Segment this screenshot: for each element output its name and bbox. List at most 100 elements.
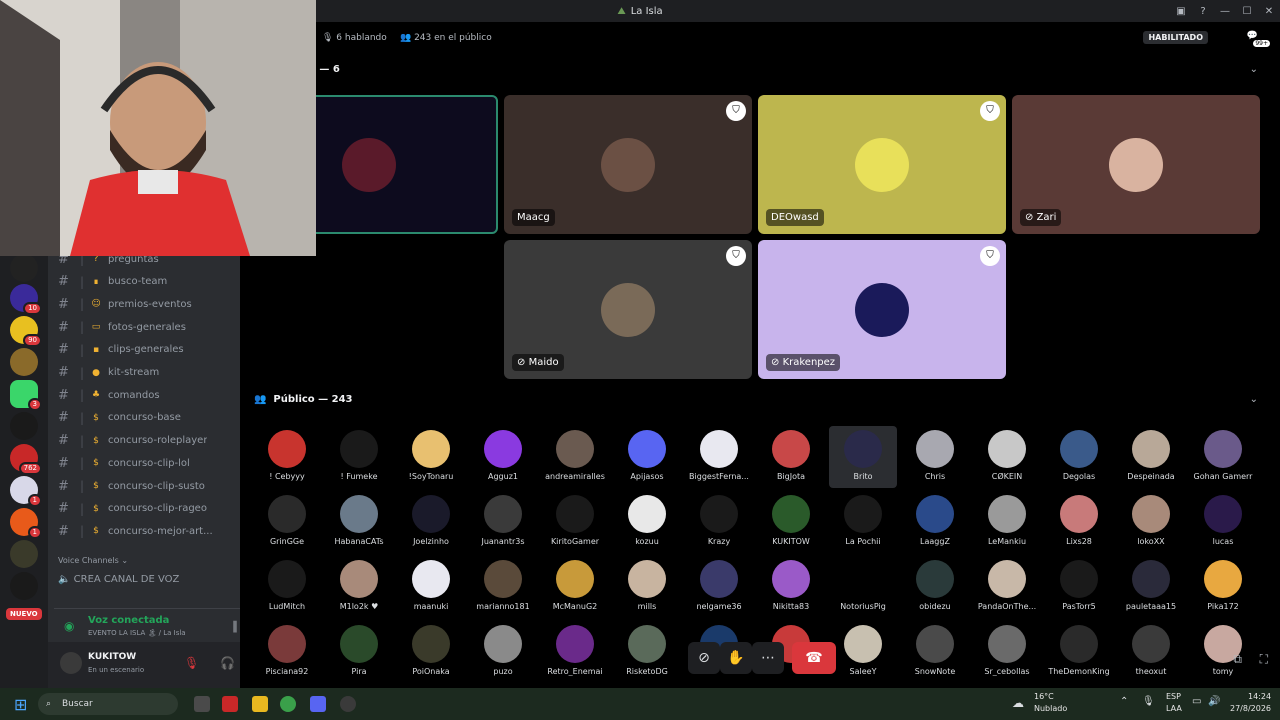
- windows-start-icon[interactable]: ⊞: [14, 695, 27, 714]
- channel-item[interactable]: # | ☺ premios-eventos: [58, 293, 238, 315]
- channel-item[interactable]: # | $ concurso-base: [58, 407, 238, 429]
- audience-member[interactable]: LudMitch: [253, 556, 321, 618]
- audience-member[interactable]: Brito: [829, 426, 897, 488]
- server-icon-5[interactable]: 3: [10, 380, 42, 411]
- minimize-button[interactable]: —: [1214, 6, 1236, 17]
- channel-item[interactable]: # | ● kit-stream: [58, 362, 238, 384]
- audience-member[interactable]: !SoyTonaru: [397, 426, 465, 488]
- audience-member[interactable]: La Pochii: [829, 491, 897, 553]
- audience-member[interactable]: CØKEIN: [973, 426, 1041, 488]
- audience-member[interactable]: GrinGGe: [253, 491, 321, 553]
- audience-member[interactable]: McManuG2: [541, 556, 609, 618]
- help-icon[interactable]: ?: [1192, 6, 1214, 17]
- voice-location[interactable]: EVENTO LA ISLA 🏝 / La Isla: [88, 629, 186, 637]
- channel-item[interactable]: # | ▭ fotos-generales: [58, 316, 238, 338]
- audience-member[interactable]: lokoXX: [1117, 491, 1185, 553]
- audience-member[interactable]: PasTorr5: [1045, 556, 1113, 618]
- audience-member[interactable]: Nikitta83: [757, 556, 825, 618]
- soundwave-icon[interactable]: ∥: [232, 619, 238, 633]
- chevron-up-icon[interactable]: ⌃: [1120, 696, 1128, 707]
- audience-member[interactable]: HabanaCATs: [325, 491, 393, 553]
- close-button[interactable]: ✕: [1258, 6, 1280, 17]
- server-icon-2[interactable]: 10: [10, 284, 42, 315]
- audience-member[interactable]: LaaggZ: [901, 491, 969, 553]
- chevron-down-icon[interactable]: ⌄: [1250, 394, 1258, 405]
- audience-member[interactable]: obidezu: [901, 556, 969, 618]
- task-view-icon[interactable]: [194, 696, 210, 712]
- audience-member[interactable]: BiggestFerna...: [685, 426, 753, 488]
- server-icon-11[interactable]: [10, 572, 38, 600]
- folder-icon[interactable]: [252, 696, 268, 712]
- maximize-button[interactable]: ☐: [1236, 6, 1258, 17]
- server-icon-8[interactable]: 1: [10, 476, 42, 507]
- audience-member[interactable]: Despeinada: [1117, 426, 1185, 488]
- audience-member[interactable]: Pika172: [1189, 556, 1257, 618]
- chrome-icon[interactable]: [280, 696, 296, 712]
- audience-member[interactable]: Gohan Gamerr: [1189, 426, 1257, 488]
- server-icon-10[interactable]: [10, 540, 38, 568]
- mic-off-icon[interactable]: ⊘: [688, 642, 720, 674]
- audience-member[interactable]: Pisciana92: [253, 621, 321, 683]
- channel-item[interactable]: # | ∎ busco-team: [58, 271, 238, 293]
- audience-member[interactable]: lucas: [1189, 491, 1257, 553]
- mic-muted-icon[interactable]: 🎙: [184, 656, 199, 670]
- server-icon-1[interactable]: [10, 254, 38, 282]
- audience-member[interactable]: ! Cebyyy: [253, 426, 321, 488]
- mic-icon[interactable]: 🎙: [1142, 696, 1155, 707]
- channel-item[interactable]: # | $ concurso-clip-rageo: [58, 498, 238, 520]
- audience-member[interactable]: marianno181: [469, 556, 537, 618]
- audience-member[interactable]: ! Fumeke: [325, 426, 393, 488]
- audience-member[interactable]: Sr_cebollas: [973, 621, 1041, 683]
- audience-member[interactable]: KUKITOW: [757, 491, 825, 553]
- audience-member[interactable]: PoiOnaka: [397, 621, 465, 683]
- audience-member[interactable]: Retro_Enemai: [541, 621, 609, 683]
- audience-member[interactable]: maanuki: [397, 556, 465, 618]
- leave-stage-button[interactable]: ☎: [792, 642, 836, 674]
- fullscreen-icon[interactable]: ⛶: [1260, 652, 1268, 667]
- create-voice-channel[interactable]: 🔈 CREA CANAL DE VOZ: [58, 574, 179, 585]
- more-icon[interactable]: ⋯: [752, 642, 784, 674]
- volume-icon[interactable]: 🔊: [1208, 696, 1220, 707]
- raise-hand-icon[interactable]: ✋: [720, 642, 752, 674]
- audience-member[interactable]: Agguz1: [469, 426, 537, 488]
- audience-member[interactable]: TheDemonKing: [1045, 621, 1113, 683]
- audience-member[interactable]: Chris: [901, 426, 969, 488]
- server-icon-6[interactable]: [10, 412, 38, 440]
- headphones-icon[interactable]: 🎧: [220, 656, 235, 670]
- channel-item[interactable]: # | ♣ comandos: [58, 384, 238, 406]
- speaker-tile[interactable]: ⛉ Maacg: [504, 95, 752, 234]
- inbox-icon[interactable]: ▣: [1170, 6, 1192, 17]
- audience-member[interactable]: KiritoGamer: [541, 491, 609, 553]
- speaker-tile[interactable]: ⛉ ⊘ Krakenpez: [758, 240, 1006, 379]
- audience-member[interactable]: LeMankiu: [973, 491, 1041, 553]
- voice-channels-header[interactable]: Voice Channels ⌄: [58, 556, 128, 565]
- audience-member[interactable]: NotoriusPig: [829, 556, 897, 618]
- speaker-tile[interactable]: ⊘ Zari: [1012, 95, 1260, 234]
- channel-item[interactable]: # | $ concurso-clip-lol: [58, 452, 238, 474]
- audience-member[interactable]: andreamiralles: [541, 426, 609, 488]
- audience-member[interactable]: Juanantr3s: [469, 491, 537, 553]
- search-box[interactable]: ⌕ Buscar: [38, 693, 178, 715]
- audience-member[interactable]: theoxut: [1117, 621, 1185, 683]
- channel-item[interactable]: # | $ concurso-clip-susto: [58, 475, 238, 497]
- audience-member[interactable]: Lixs28: [1045, 491, 1113, 553]
- channel-item[interactable]: # | $ concurso-mejor-art...: [58, 520, 238, 542]
- channel-item[interactable]: # | ▪ clips-generales: [58, 339, 238, 361]
- server-icon-7[interactable]: 762: [10, 444, 42, 475]
- audience-member[interactable]: PandaOnThe...: [973, 556, 1041, 618]
- discord-icon[interactable]: [310, 696, 326, 712]
- avatar[interactable]: [60, 652, 82, 674]
- server-icon-4[interactable]: [10, 348, 38, 376]
- audience-member[interactable]: kozuu: [613, 491, 681, 553]
- channel-item[interactable]: # | $ concurso-roleplayer: [58, 430, 238, 452]
- audience-member[interactable]: BigJota: [757, 426, 825, 488]
- audience-member[interactable]: nelgame36: [685, 556, 753, 618]
- display-icon[interactable]: ▭: [1192, 696, 1201, 707]
- speaker-tile[interactable]: ⛉ DEOwasd: [758, 95, 1006, 234]
- audience-member[interactable]: RisketoDG: [613, 621, 681, 683]
- popout-icon[interactable]: ⧉: [1233, 652, 1242, 667]
- audience-member[interactable]: mills: [613, 556, 681, 618]
- audience-member[interactable]: Joelzinho: [397, 491, 465, 553]
- clock-date[interactable]: 27/8/2026: [1230, 704, 1271, 713]
- server-icon-9[interactable]: 1: [10, 508, 42, 539]
